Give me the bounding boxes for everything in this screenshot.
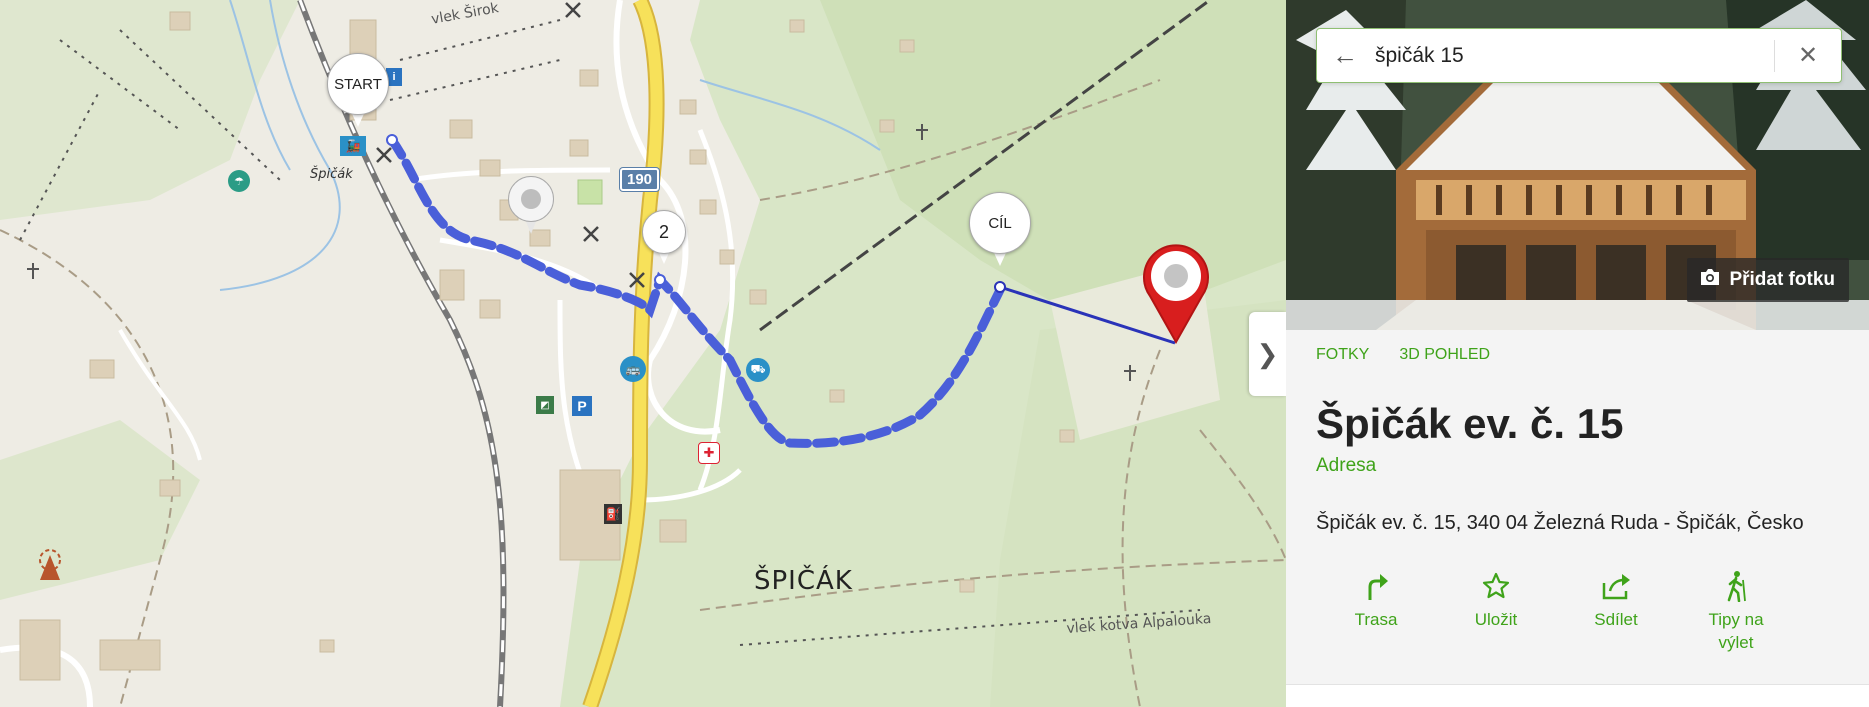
place-title: Špičák ev. č. 15 [1316,400,1624,447]
route-arrow-icon [1362,568,1390,604]
parking-icon[interactable]: P [572,396,592,416]
camera-icon [1699,268,1721,292]
share-label: Sdílet [1594,610,1638,629]
save-button[interactable]: Uložit [1436,568,1556,654]
add-photo-label: Přidat fotku [1729,269,1835,290]
route-button[interactable]: Trasa [1316,568,1436,654]
finish-marker-label: CÍL [969,192,1031,254]
bus-stop-icon[interactable]: 🚌 [620,356,646,382]
tab-photos[interactable]: FOTKY [1316,346,1369,364]
waypoint-marker[interactable]: 2 [642,210,686,270]
train-station-icon[interactable]: 🚂 [340,136,366,156]
start-marker-label: START [327,53,389,115]
search-input[interactable] [1373,42,1774,69]
cable-car-icon[interactable]: ⛟ [746,358,770,382]
map-canvas[interactable]: ŠPIČÁK Špičák vlek Širok vlek kotva Alpa… [0,0,1286,707]
start-marker[interactable]: START [327,53,389,133]
map-base [0,0,1286,707]
route-label: Trasa [1354,610,1398,629]
fuel-station-icon[interactable]: ⛽ [604,504,622,524]
road-number-shield: 190 [620,168,660,191]
place-photo[interactable]: ← ✕ Přidat fotku [1286,0,1869,330]
clear-search-button[interactable]: ✕ [1775,41,1841,70]
save-label: Uložit [1474,610,1518,629]
selected-place-marker[interactable] [1140,240,1212,344]
place-marker-grey[interactable] [508,176,554,240]
station-label: Špičák [310,167,353,182]
place-detail-panel: ← ✕ Přidat fotku FOTKY 3D POHLED Špičák … [1286,0,1869,707]
close-icon: ✕ [1797,42,1819,69]
arrow-left-icon: ← [1332,40,1358,70]
star-icon [1481,568,1511,604]
medical-icon[interactable]: ✚ [698,442,720,464]
town-label: ŠPIČÁK [754,566,853,596]
media-tabs: FOTKY 3D POHLED [1316,346,1490,364]
share-icon [1600,568,1632,604]
tunnel-icon[interactable]: ◩ [536,396,554,414]
hiker-icon [1723,568,1749,604]
share-button[interactable]: Sdílet [1556,568,1676,654]
waypoint-label: 2 [642,210,686,254]
trip-tips-label: Tipy na výlet [1708,610,1764,652]
action-bar: Trasa Uložit Sdílet Tipy na výlet [1316,568,1796,654]
collapse-panel-button[interactable]: ❯ [1249,312,1286,396]
add-photo-button[interactable]: Přidat fotku [1687,258,1849,302]
chevron-right-icon: ❯ [1256,338,1279,369]
search-bar: ← ✕ [1316,28,1842,83]
finish-marker[interactable]: CÍL [969,192,1031,272]
place-address: Špičák ev. č. 15, 340 04 Železná Ruda - … [1316,512,1804,534]
place-type: Adresa [1316,455,1377,476]
trip-tips-button[interactable]: Tipy na výlet [1676,568,1796,654]
paragliding-icon[interactable]: ☂ [228,170,250,192]
tab-3d-view[interactable]: 3D POHLED [1399,346,1490,364]
back-button[interactable]: ← [1317,40,1373,71]
panel-bottom-strip [1286,684,1869,707]
